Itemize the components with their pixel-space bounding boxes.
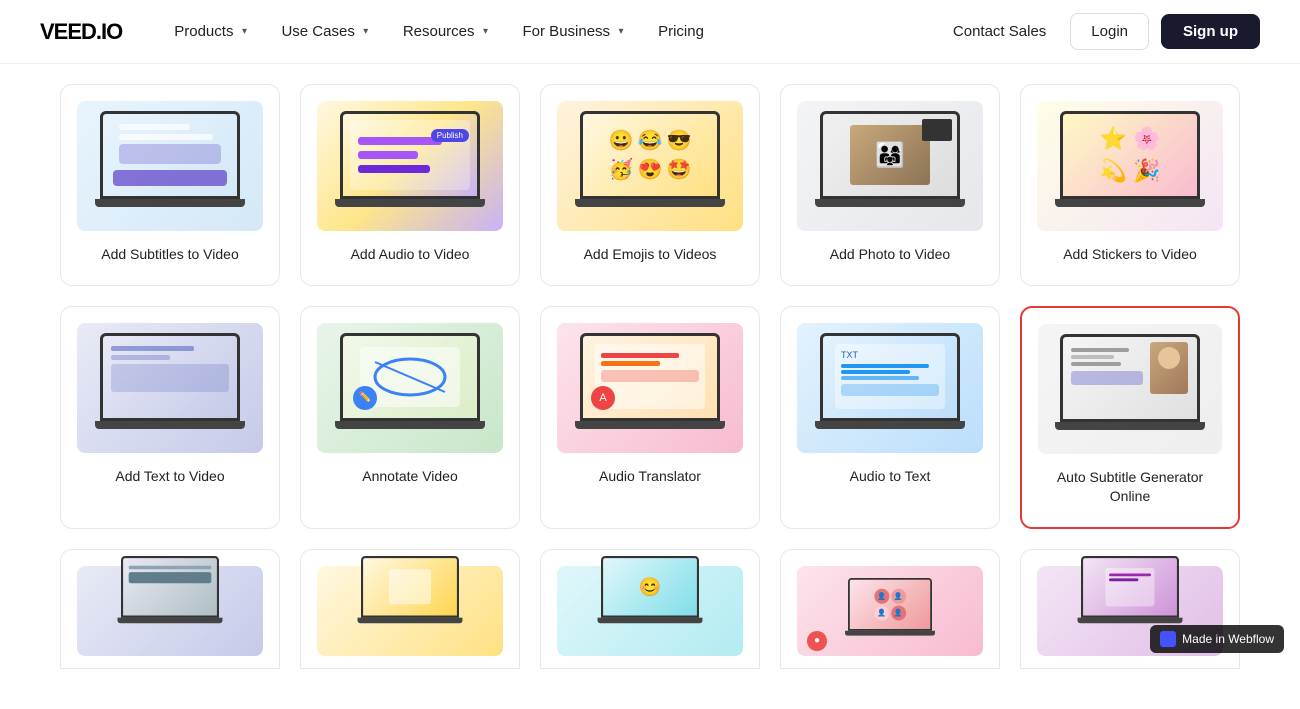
card-text[interactable]: Add Text to Video (60, 306, 280, 529)
laptop-bottom4: 👤 👤 👤 👤 (842, 578, 938, 644)
laptop-text (90, 333, 250, 443)
nav-for-business[interactable]: For Business ▾ (511, 15, 641, 48)
chevron-down-icon: ▾ (614, 25, 628, 39)
webflow-badge: Made in Webflow (1150, 625, 1284, 653)
card-bottom-3[interactable]: 😊 (540, 549, 760, 669)
nav-pricing-label: Pricing (658, 23, 704, 40)
card-image-stickers: ⭐🌸 💫🎉 (1037, 101, 1223, 231)
signup-button[interactable]: Sign up (1161, 14, 1260, 49)
laptop-bottom3: 😊 (594, 556, 706, 633)
card-label-a2t: Audio to Text (850, 467, 931, 487)
card-translator[interactable]: A Audio Translator (540, 306, 760, 529)
nav-right: Contact Sales Login Sign up (941, 13, 1260, 50)
nav-use-cases[interactable]: Use Cases ▾ (269, 15, 384, 48)
row3-grid: 😊 🎤 ● 👤 👤 👤 (60, 549, 1240, 669)
login-button[interactable]: Login (1070, 13, 1149, 50)
logo[interactable]: VEED.IO (40, 19, 122, 45)
card-photo[interactable]: 👨‍👩‍👧 Add Photo to Video (780, 84, 1000, 286)
laptop-annotate: ✏️ (330, 333, 490, 443)
laptop-translator: A (570, 333, 730, 443)
card-image-photo: 👨‍👩‍👧 (797, 101, 983, 231)
card-image-audio: Publish (317, 101, 503, 231)
card-bottom-1[interactable] (60, 549, 280, 669)
laptop-bottom5 (1074, 556, 1186, 633)
row1-grid: Add Subtitles to Video Publish (60, 84, 1240, 286)
card-a2t[interactable]: TXT Audio to Text (780, 306, 1000, 529)
row2-grid: Add Text to Video ✏️ (60, 306, 1240, 529)
nav-resources[interactable]: Resources ▾ (391, 15, 505, 48)
card-annotate[interactable]: ✏️ Annotate Video (300, 306, 520, 529)
main-content: Add Subtitles to Video Publish (0, 64, 1300, 709)
card-bottom-2[interactable] (300, 549, 520, 669)
nav-products-label: Products (174, 23, 233, 40)
card-label-subtitles: Add Subtitles to Video (101, 245, 239, 265)
card-label-annotate: Annotate Video (362, 467, 458, 487)
card-image-annotate: ✏️ (317, 323, 503, 453)
card-label-stickers: Add Stickers to Video (1063, 245, 1197, 265)
laptop-stickers: ⭐🌸 💫🎉 (1050, 111, 1210, 221)
laptop-audio: Publish (330, 111, 490, 221)
navbar: VEED.IO Products ▾ Use Cases ▾ Resources… (0, 0, 1300, 64)
card-label-autosub: Auto Subtitle Generator Online (1038, 468, 1222, 507)
webflow-logo-icon (1160, 631, 1176, 647)
card-image-autosub (1038, 324, 1222, 454)
card-bottom-4[interactable]: 🎤 ● 👤 👤 👤 👤 (780, 549, 1000, 669)
chevron-down-icon: ▾ (359, 25, 373, 39)
nav-resources-label: Resources (403, 23, 475, 40)
laptop-autosub (1050, 334, 1210, 444)
laptop-bottom2 (354, 556, 466, 633)
webflow-label: Made in Webflow (1182, 632, 1274, 646)
card-stickers[interactable]: ⭐🌸 💫🎉 Add Stickers to Video (1020, 84, 1240, 286)
nav-products[interactable]: Products ▾ (162, 15, 263, 48)
card-audio[interactable]: Publish Add Audio to Video (300, 84, 520, 286)
card-image-text (77, 323, 263, 453)
card-image-subtitles (77, 101, 263, 231)
chevron-down-icon: ▾ (237, 25, 251, 39)
card-image-emoji: 😀😂😎 🥳😍🤩 (557, 101, 743, 231)
card-autosub[interactable]: Auto Subtitle Generator Online (1020, 306, 1240, 529)
laptop-photo: 👨‍👩‍👧 (810, 111, 970, 221)
contact-sales-link[interactable]: Contact Sales (941, 15, 1058, 48)
card-label-audio: Add Audio to Video (351, 245, 470, 265)
nav-for-business-label: For Business (523, 23, 611, 40)
card-label-emoji: Add Emojis to Videos (584, 245, 717, 265)
nav-pricing[interactable]: Pricing (646, 15, 716, 48)
card-image-translator: A (557, 323, 743, 453)
laptop-emoji: 😀😂😎 🥳😍🤩 (570, 111, 730, 221)
card-label-text: Add Text to Video (115, 467, 224, 487)
card-emoji[interactable]: 😀😂😎 🥳😍🤩 Add Emojis to Videos (540, 84, 760, 286)
nav-use-cases-label: Use Cases (281, 23, 354, 40)
chevron-down-icon: ▾ (479, 25, 493, 39)
laptop-a2t: TXT (810, 333, 970, 443)
nav-links: Products ▾ Use Cases ▾ Resources ▾ For B… (162, 15, 941, 48)
card-image-a2t: TXT (797, 323, 983, 453)
card-label-translator: Audio Translator (599, 467, 701, 487)
card-label-photo: Add Photo to Video (830, 245, 950, 265)
card-subtitles[interactable]: Add Subtitles to Video (60, 84, 280, 286)
laptop-subtitles (90, 111, 250, 221)
laptop-bottom1 (114, 556, 226, 633)
